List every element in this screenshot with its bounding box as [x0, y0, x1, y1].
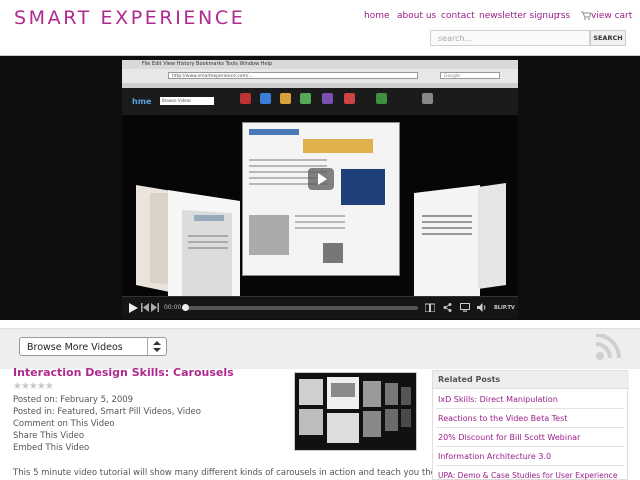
app-tile-icon: [322, 93, 333, 104]
app-tile-icon: [280, 93, 291, 104]
cart-icon: [581, 11, 591, 20]
browser-toolbar: http://www.smartexperience.com/... Googl…: [122, 69, 518, 83]
video-thumbnail[interactable]: [294, 372, 417, 451]
progress-handle[interactable]: [182, 304, 189, 311]
video-frame[interactable]: File Edit View History Bookmarks Tools W…: [122, 60, 518, 296]
volume-icon[interactable]: [477, 303, 487, 312]
player-controls: 00:00 BLIP.TV: [122, 296, 518, 319]
carousel-center-page: [242, 122, 400, 276]
view-cart-label: view cart: [591, 11, 633, 21]
skip-back-icon[interactable]: [141, 303, 149, 312]
rss-feed-icon[interactable]: [592, 334, 626, 362]
progress-bar[interactable]: [184, 306, 418, 310]
post-description: This 5 minute video tutorial will show m…: [13, 468, 479, 478]
app-tile-icon: [300, 93, 311, 104]
related-post-link[interactable]: Information Architecture 3.0: [438, 452, 551, 461]
rating-stars[interactable]: ★★★★★: [13, 381, 54, 392]
app-tile-icon: [376, 93, 387, 104]
nav-rss[interactable]: rss: [557, 11, 570, 21]
browse-videos-select[interactable]: Browse More Videos: [19, 337, 167, 356]
share-link[interactable]: Share This Video: [13, 431, 84, 441]
book-icon[interactable]: [425, 303, 435, 312]
nav-contact[interactable]: contact: [441, 11, 475, 21]
related-posts-heading: Related Posts: [433, 371, 629, 389]
embed-icon[interactable]: [460, 303, 470, 312]
hme-logo: hme: [132, 97, 152, 106]
nav-home[interactable]: home: [364, 11, 390, 21]
play-overlay-button[interactable]: [308, 168, 334, 190]
comment-link[interactable]: Comment on This Video: [13, 419, 115, 429]
related-post-link[interactable]: Reactions to the Video Beta Test: [438, 414, 567, 423]
related-post-link[interactable]: IxD Skills: Direct Manipulation: [438, 395, 558, 404]
blip-logo[interactable]: BLIP.TV: [494, 305, 515, 311]
related-post-link[interactable]: 20% Discount for Bill Scott Webinar: [438, 433, 580, 442]
browser-menu-text: File Edit View History Bookmarks Tools W…: [142, 61, 273, 67]
nav-about-us[interactable]: about us: [397, 11, 436, 21]
hme-search: Browse Videos: [160, 97, 214, 105]
site-logo[interactable]: SMART EXPERIENCE: [14, 7, 245, 29]
browser-search-box: Google: [440, 72, 500, 79]
app-tile-icon: [260, 93, 271, 104]
divider: [436, 427, 624, 428]
divider: [436, 446, 624, 447]
app-tile-icon: [422, 93, 433, 104]
nav-newsletter-signup[interactable]: newsletter signup: [479, 11, 560, 21]
browse-select-value: Browse More Videos: [27, 342, 123, 353]
posted-in: Posted in: Featured, Smart Pill Videos, …: [13, 407, 201, 417]
site-toolbar: hme Browse Videos: [122, 88, 518, 115]
embed-link[interactable]: Embed This Video: [13, 443, 89, 453]
video-player[interactable]: File Edit View History Bookmarks Tools W…: [122, 60, 518, 319]
posted-on: Posted on: February 5, 2009: [13, 395, 134, 405]
post-title[interactable]: Interaction Design Skills: Carousels: [13, 366, 234, 379]
related-post-link[interactable]: UPA: Demo & Case Studies for User Experi…: [438, 471, 618, 480]
search-input[interactable]: search...: [430, 30, 590, 46]
app-tile-icon: [240, 93, 251, 104]
divider: [436, 408, 624, 409]
play-icon: [318, 173, 327, 185]
site-header: SMART EXPERIENCE home about us contact n…: [0, 0, 640, 56]
app-tile-icon: [344, 93, 355, 104]
divider: [436, 465, 624, 466]
browser-url: http://www.smartexperience.com/...: [168, 72, 418, 79]
browser-menu-bar: File Edit View History Bookmarks Tools W…: [122, 60, 518, 69]
related-posts-panel: Related Posts IxD Skills: Direct Manipul…: [432, 370, 629, 480]
skip-forward-icon[interactable]: [151, 303, 159, 312]
play-icon[interactable]: [128, 303, 138, 313]
share-icon[interactable]: [443, 303, 452, 312]
search-button[interactable]: SEARCH: [590, 30, 626, 46]
nav-view-cart[interactable]: view cart: [581, 11, 632, 21]
time-display: 00:00: [164, 304, 182, 311]
select-arrows-icon: [147, 338, 166, 355]
